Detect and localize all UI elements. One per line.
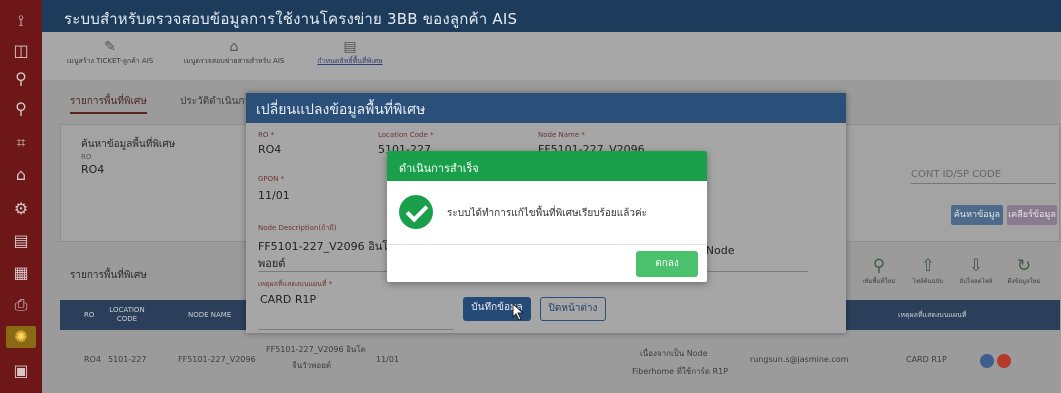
ticket-icon: ✎ [104, 39, 116, 55]
gpon-field-label: GPON * [258, 175, 285, 183]
clear-button[interactable]: เคลียร์ข้อมูล [1007, 205, 1057, 225]
image-icon[interactable]: ▣ [9, 360, 33, 382]
trash-icon[interactable]: ⌂ [9, 164, 33, 186]
cell-node: FF5101-227_V2096 [178, 355, 256, 364]
ro-field[interactable]: RO4 [258, 143, 281, 156]
cont-id-input[interactable]: CONT ID/SP CODE [911, 169, 1056, 184]
th-ro: RO [84, 310, 95, 319]
mouse-cursor-icon [512, 303, 525, 321]
cell-desc-2: จีนวัวพอยต์ [292, 361, 332, 370]
tag-icon[interactable]: ⌗ [9, 132, 33, 154]
dialog-title: ดำเนินการสำเร็จ [399, 162, 479, 175]
top-bar: ระบบสำหรับตรวจสอบข้อมูลการใช้งานโครงข่าย… [42, 0, 1061, 32]
edit-modal-header: เปลี่ยนแปลงข้อมูลพื้นที่พิเศษ [246, 93, 846, 123]
ok-button[interactable]: ตกลง [636, 251, 698, 277]
edit-modal-title: เปลี่ยนแปลงข้อมูลพื้นที่พิเศษ [256, 102, 426, 118]
reason-field-label: เหตุผลที่แสดงบนแผนที่ * [258, 280, 333, 288]
reason-field[interactable]: CARD R1P [260, 293, 316, 306]
cell-reason-2: Fiberhome ที่ใช้การ์ด R1P [632, 367, 729, 376]
zoom-search-icon[interactable]: ⚲ [9, 98, 33, 120]
cell-reason-1: เนื่องจากเป็น Node [640, 349, 708, 358]
upload-icon: ⇧ [920, 256, 936, 276]
cell-location: 5101-227 [108, 355, 147, 364]
th-node-name: NODE NAME [188, 310, 232, 319]
desc-field-label: Node Description(ถ้ามี) [258, 224, 337, 232]
menu-special-area[interactable]: ▤ กำหนดสิทธิ์พื้นที่พิเศษ [300, 38, 400, 67]
dialog-divider [387, 244, 707, 245]
network-icon[interactable]: ⚙ [9, 198, 33, 220]
report-icon[interactable]: ▤ [9, 230, 33, 252]
upload-file-button[interactable]: ⇩ อัปโหลดไฟล์ [954, 256, 998, 286]
add-location-icon: ⚲ [872, 256, 886, 276]
dialog-header: ดำเนินการสำเร็จ [387, 151, 707, 181]
refresh-data-button[interactable]: ↻ ดึงข้อมูลใหม่ [1002, 256, 1046, 286]
source-file-button[interactable]: ⇧ ไฟล์ต้นฉบับ [906, 256, 950, 286]
table-row[interactable]: RO4 5101-227 FF5101-227_V2096 FF5101-227… [60, 334, 1060, 388]
settings-icon[interactable]: ✺ [6, 326, 36, 348]
search-icon[interactable]: ⚲ [9, 68, 33, 90]
reason-underline [258, 329, 454, 330]
edit-icon[interactable] [980, 354, 994, 368]
dialog-message: ระบบได้ทำการแก้ไขพื้นที่พิเศษเรียบร้อยแล… [447, 208, 648, 219]
top-menu: ✎ เมนูสร้าง TICKET-ลูกค้า AIS ⌂ เมนูตรวจ… [42, 32, 1061, 80]
close-window-button[interactable]: ปิดหน้าต่าง [540, 297, 606, 321]
delete-icon[interactable] [997, 354, 1011, 368]
left-rail: ⟟ ◫ ⚲ ⚲ ⌗ ⌂ ⚙ ▤ ▦ ⎙ ✺ ▣ [0, 0, 42, 393]
search-button[interactable]: ค้นหาข้อมูล [951, 205, 1003, 225]
printer-icon[interactable]: ⎙ [9, 294, 33, 316]
cell-card: CARD R1P [906, 355, 947, 364]
cell-ro: RO4 [84, 355, 101, 364]
download-icon: ⇩ [968, 256, 984, 276]
check-circle-icon [399, 195, 433, 229]
location-field-label: Location Code * [378, 131, 434, 139]
signal-icon[interactable]: ⟟ [9, 10, 33, 32]
th-map-reason: เหตุผลที่แสดงบนแผนที่ [898, 310, 967, 319]
ro-field-label: RO * [258, 131, 275, 139]
add-area-button[interactable]: ⚲ เพิ่มพื้นที่ใหม่ [857, 256, 901, 286]
tab-special-area-list[interactable]: รายการพื้นที่พิเศษ [70, 94, 147, 114]
printer-icon: ▤ [343, 39, 357, 55]
cell-email: rungsun.s@jasmine.com [750, 355, 849, 364]
refresh-icon: ↻ [1016, 256, 1032, 276]
ro-label: RO [81, 153, 92, 161]
ro-select[interactable]: RO4 [81, 163, 104, 176]
node-field-label: Node Name * [538, 131, 585, 139]
cell-gpon: 11/01 [376, 355, 400, 364]
desc-field-line2[interactable]: พอยต์ [258, 254, 285, 272]
dashboard-icon[interactable]: ◫ [9, 40, 33, 62]
search-title: ค้นหาข้อมูลพื้นที่พิเศษ [81, 139, 176, 150]
cell-desc-1: FF5101-227_V2096 อินโด [266, 345, 366, 354]
success-dialog: ดำเนินการสำเร็จ ระบบได้ทำการแก้ไขพื้นที่… [387, 151, 707, 282]
calculator-icon[interactable]: ▦ [9, 262, 33, 284]
list-title: รายการพื้นที่พิเศษ [70, 270, 147, 281]
menu-check-network[interactable]: ⌂ เมนูตรวจสอบข่ายสายสำหรับ AIS [170, 38, 298, 67]
gpon-field[interactable]: 11/01 [258, 189, 290, 202]
app-title: ระบบสำหรับตรวจสอบข้อมูลการใช้งานโครงข่าย… [64, 10, 518, 28]
menu-create-ticket[interactable]: ✎ เมนูสร้าง TICKET-ลูกค้า AIS [50, 38, 170, 67]
network-icon: ⌂ [229, 39, 239, 55]
th-location-code: LOCATION CODE [109, 306, 145, 323]
